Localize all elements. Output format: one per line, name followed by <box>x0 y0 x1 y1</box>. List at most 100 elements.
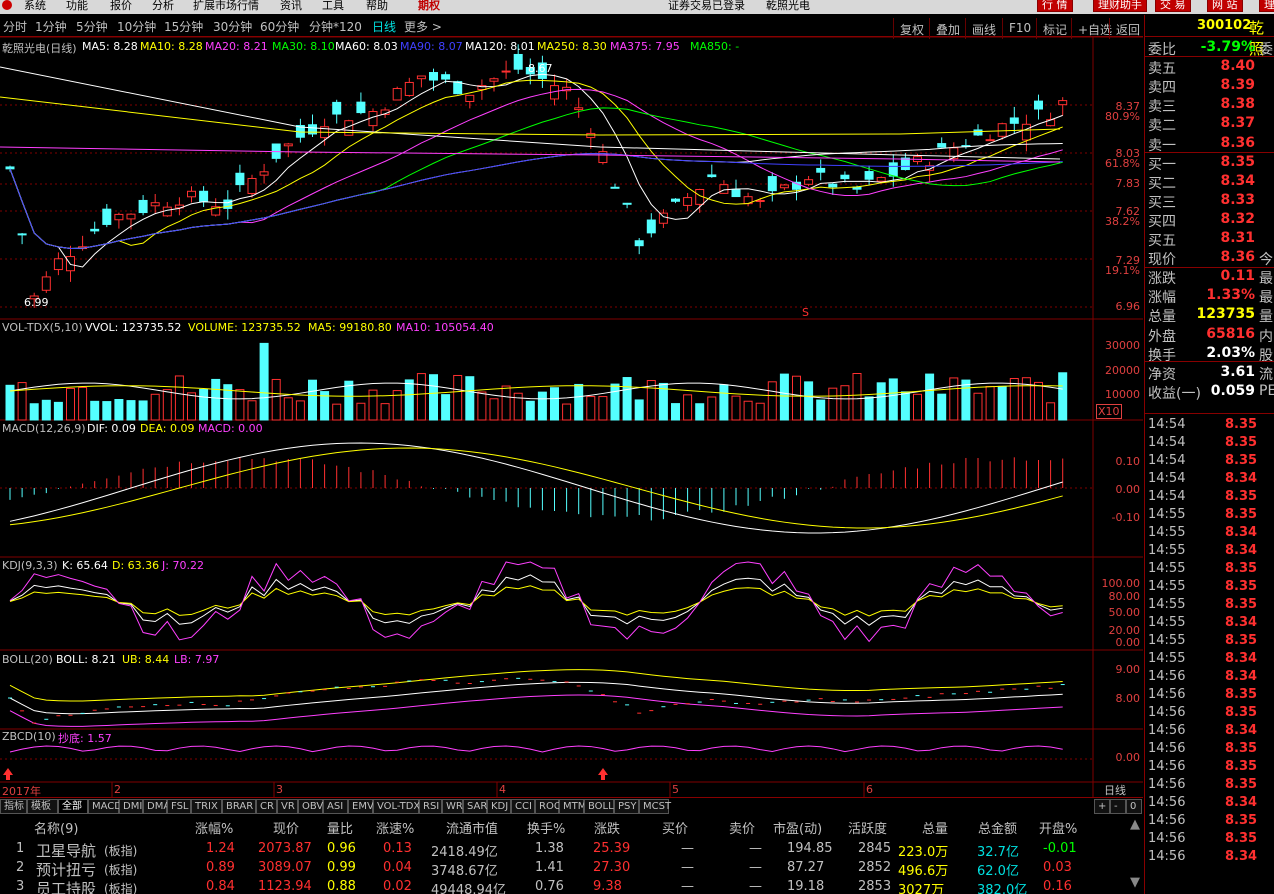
row-pe: 194.85 <box>787 841 833 856</box>
table-header-8[interactable]: 买价 <box>662 818 688 837</box>
menu-item-4[interactable]: 扩展市场行情 <box>193 0 259 13</box>
indicator-tab-5[interactable]: DMA <box>143 799 170 814</box>
indicator-tab-22[interactable]: BOLL <box>584 799 614 814</box>
indicator-tab-11[interactable]: OBV <box>298 799 323 814</box>
menu-item-options[interactable]: 期权 <box>418 0 440 13</box>
zoom-reset-button[interactable]: 0 <box>1126 799 1142 814</box>
indicator-tab-23[interactable]: PSY <box>614 799 639 814</box>
zoom-out-button[interactable]: - <box>1110 799 1126 814</box>
indicator-tab-3[interactable]: MACD <box>88 799 122 814</box>
period-1[interactable]: 1分钟 <box>35 18 67 35</box>
scroll-up-icon[interactable]: ▲ <box>1130 817 1140 832</box>
menu-item-7[interactable]: 帮助 <box>366 0 388 13</box>
table-header-4[interactable]: 涨速% <box>376 818 414 837</box>
indicator-tab-21[interactable]: MTM <box>559 799 586 814</box>
tick-time: 14:56 <box>1148 831 1186 846</box>
period-3[interactable]: 10分钟 <box>117 18 156 35</box>
toolbar-button-3[interactable]: F10 <box>1002 18 1036 39</box>
indicator-tab-16[interactable]: WR <box>442 799 463 814</box>
menu-item-1[interactable]: 功能 <box>66 0 88 13</box>
indicator-tab-20[interactable]: ROC <box>535 799 561 814</box>
indicator-tab-18[interactable]: KDJ <box>487 799 511 814</box>
period-6[interactable]: 60分钟 <box>260 18 299 35</box>
table-header-6[interactable]: 换手% <box>527 818 565 837</box>
indicator-tab-6[interactable]: FSL <box>167 799 191 814</box>
volume-bar <box>913 393 922 421</box>
table-row[interactable]: 3 员工持股 (板指) 0.84 1123.94 0.88 0.02 49448.94亿 0.7… <box>0 878 1143 894</box>
macd-dif: DIF: 0.09 <box>87 422 136 435</box>
period-0[interactable]: 分时 <box>3 18 27 35</box>
indicator-tab-8[interactable]: BRAR <box>222 799 256 814</box>
table-header-9[interactable]: 卖价 <box>729 818 755 837</box>
indicator-tab-7[interactable]: TRIX <box>191 799 222 814</box>
indicator-tab-19[interactable]: CCI <box>511 799 535 814</box>
quick-button-3[interactable]: 网 站 <box>1207 0 1243 12</box>
table-header-7[interactable]: 涨跌 <box>594 818 620 837</box>
scroll-down-icon[interactable]: ▼ <box>1130 875 1140 890</box>
tick-time: 14:55 <box>1148 597 1186 612</box>
table-header-3[interactable]: 量比 <box>327 818 353 837</box>
ma-label-9: MA850: - <box>690 40 740 53</box>
menu-item-6[interactable]: 工具 <box>322 0 344 13</box>
toolbar-button-2[interactable]: 画线 <box>965 18 1002 39</box>
toolbar-button-1[interactable]: 叠加 <box>929 18 965 39</box>
table-row[interactable]: 2 预计扭亏 (板指) 0.89 3089.07 0.99 0.04 3748.67亿 1.41… <box>0 859 1143 879</box>
kdj-axis-0: 100.00 <box>1101 577 1141 590</box>
period-2[interactable]: 5分钟 <box>76 18 108 35</box>
period-indicator[interactable]: 日线 <box>1104 782 1126 798</box>
period-9[interactable]: 更多 > <box>404 18 442 35</box>
tick-row: 14:54 8.35 <box>1145 434 1274 452</box>
zbcd-line <box>9 745 1063 753</box>
toolbar-button-0[interactable]: 复权 <box>893 18 929 39</box>
toolbar-button-4[interactable]: 标记 <box>1036 18 1071 39</box>
indicator-tab-9[interactable]: CR <box>256 799 277 814</box>
row-bid: — <box>681 860 694 875</box>
volume-bar <box>610 383 620 421</box>
candle-body <box>41 276 51 291</box>
table-header-14[interactable]: 开盘% <box>1039 818 1077 837</box>
table-header-10[interactable]: 市盈(动) <box>773 818 822 837</box>
row-turn: 1.41 <box>535 860 564 875</box>
indicator-tab-2[interactable]: 全部 <box>58 799 88 814</box>
table-header-11[interactable]: 活跃度 <box>848 818 887 837</box>
menu-item-3[interactable]: 分析 <box>152 0 174 13</box>
quick-button-0[interactable]: 行 情 <box>1037 0 1073 12</box>
quick-button-1[interactable]: 理财助手 <box>1093 0 1147 12</box>
quote-label: 卖三 <box>1148 99 1176 116</box>
toolbar-button-6[interactable]: 返回 <box>1109 18 1143 39</box>
indicator-tab-0[interactable]: 指标 <box>0 799 27 814</box>
menu-item-2[interactable]: 报价 <box>110 0 132 13</box>
table-header-12[interactable]: 总量 <box>922 818 948 837</box>
indicator-tab-4[interactable]: DMI <box>119 799 143 814</box>
toolbar-button-5[interactable]: +自选 <box>1071 18 1112 39</box>
menu-item-0[interactable]: 系统 <box>24 0 46 13</box>
indicator-tab-15[interactable]: RSI <box>419 799 442 814</box>
indicator-tab-10[interactable]: VR <box>277 799 298 814</box>
table-header-0[interactable]: 名称(9) <box>34 818 78 837</box>
ma-label-2: MA20: 8.21 <box>205 40 268 53</box>
kline-chart[interactable] <box>0 37 1143 797</box>
period-4[interactable]: 15分钟 <box>164 18 203 35</box>
period-8[interactable]: 日线 <box>372 18 396 35</box>
table-header-2[interactable]: 现价 <box>273 818 299 837</box>
price-axis-pct-1: 61.8% <box>1105 157 1140 170</box>
table-header-5[interactable]: 流通市值 <box>446 818 498 837</box>
quick-button-4[interactable]: 理 <box>1259 0 1274 12</box>
indicator-tab-24[interactable]: MCST <box>639 799 671 814</box>
indicator-tab-14[interactable]: VOL-TDX <box>373 799 420 814</box>
period-7[interactable]: 分钟*120 <box>309 18 362 35</box>
zoom-in-button[interactable]: + <box>1094 799 1110 814</box>
candle-body <box>864 171 874 180</box>
indicator-tab-17[interactable]: SAR <box>463 799 487 814</box>
period-5[interactable]: 30分钟 <box>213 18 252 35</box>
menu-item-5[interactable]: 资讯 <box>280 0 302 13</box>
table-header-1[interactable]: 涨幅% <box>195 818 233 837</box>
indicator-tab-13[interactable]: EMV <box>348 799 374 814</box>
quick-button-2[interactable]: 交 易 <box>1155 0 1191 12</box>
table-row[interactable]: 1 卫星导航 (板指) 1.24 2073.87 0.96 0.13 2418.49亿 1.38… <box>0 840 1143 860</box>
tick-row: 14:55 8.35 <box>1145 560 1274 578</box>
indicator-tab-1[interactable]: 模板 <box>27 799 58 814</box>
table-header-13[interactable]: 总金额 <box>978 818 1017 837</box>
volume-bar <box>150 393 160 421</box>
indicator-tab-12[interactable]: ASI <box>323 799 348 814</box>
